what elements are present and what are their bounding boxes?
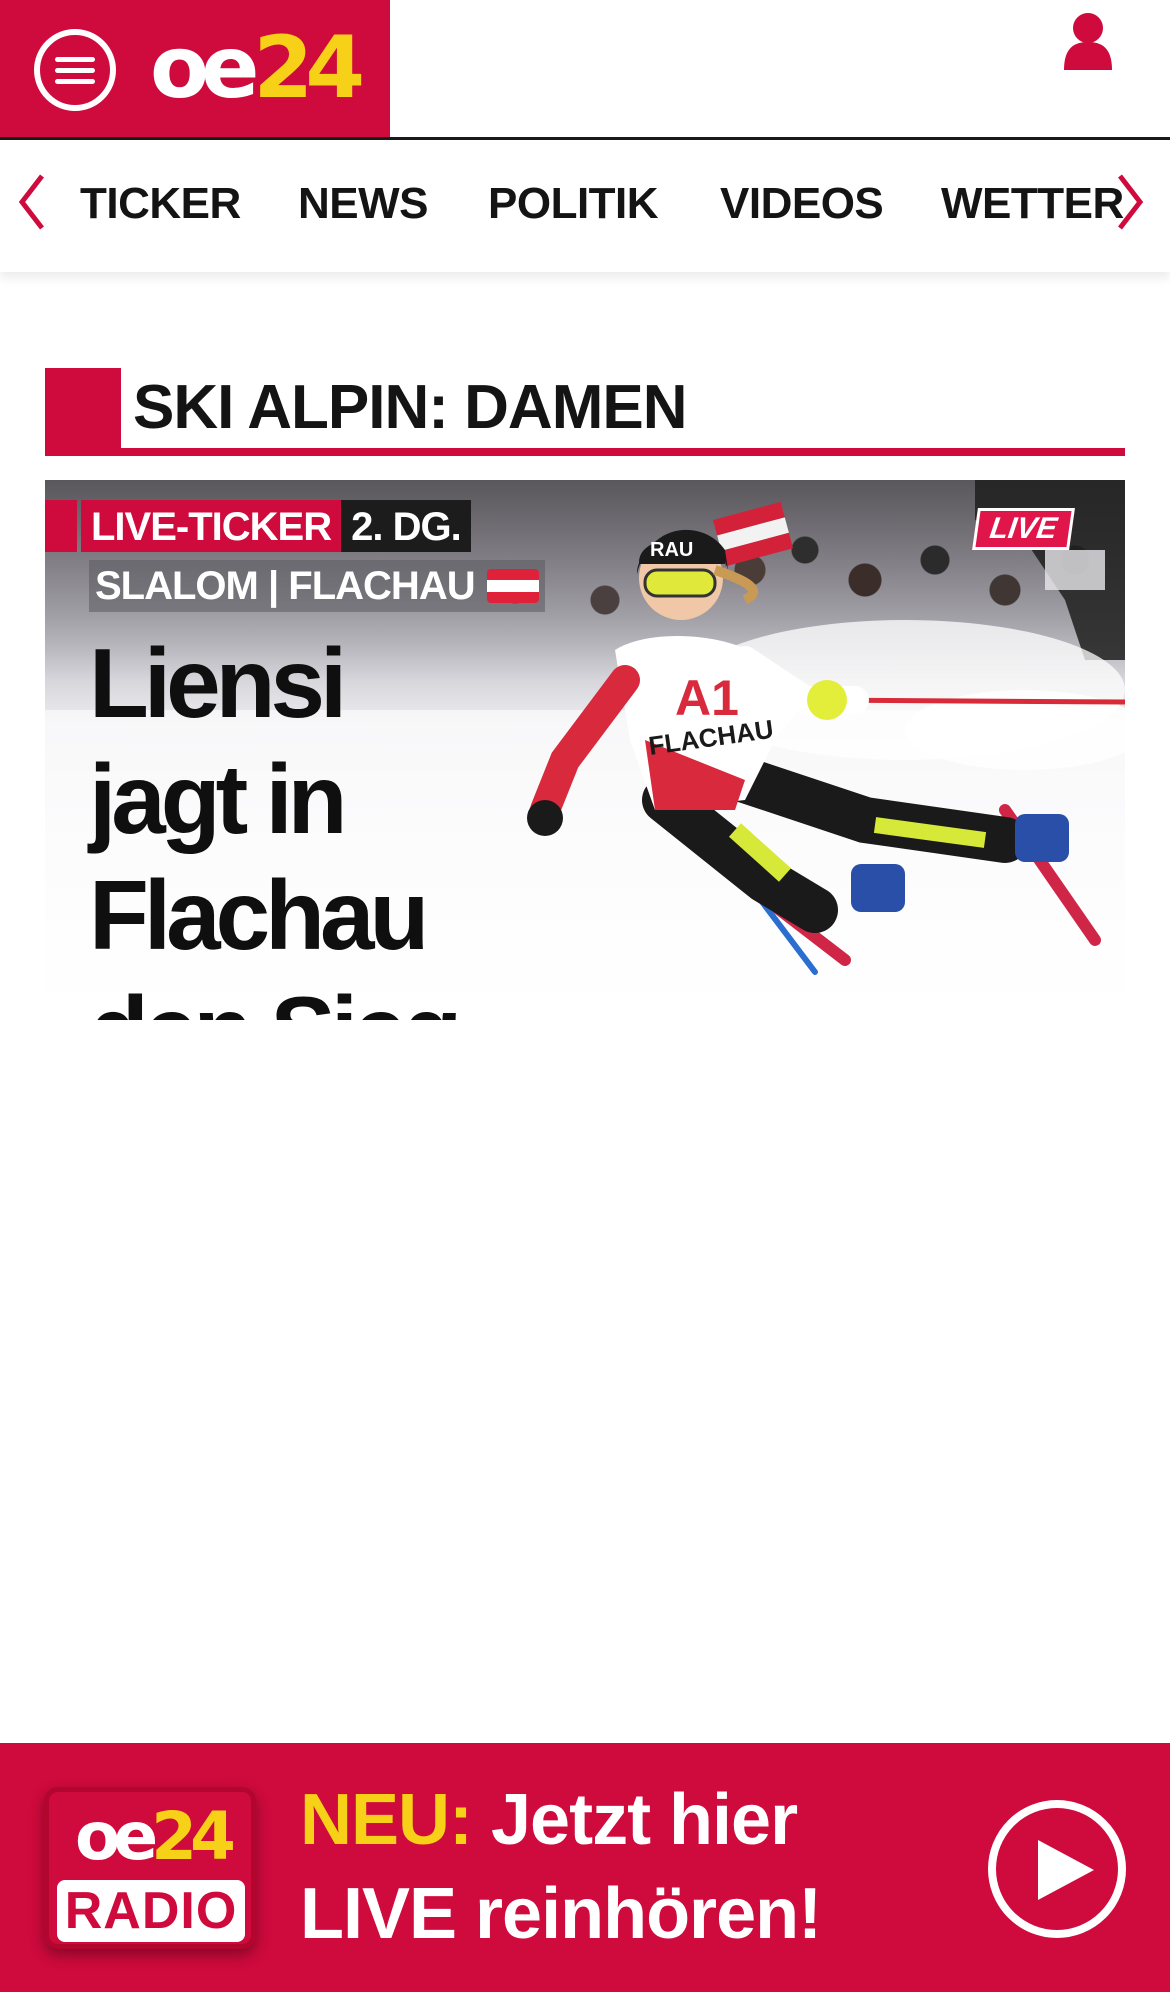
play-icon[interactable] (988, 1800, 1126, 1938)
section-heading-underline (45, 448, 1125, 456)
kicker-race: 2. DG. (341, 500, 471, 552)
oe24-logo[interactable]: oe 24 (150, 18, 365, 118)
brand-block: oe 24 (0, 0, 390, 137)
radio-logo-oe: oe (75, 1798, 158, 1875)
radio-cta-line1: Jetzt hier (491, 1780, 798, 1860)
site-header: oe 24 (0, 0, 1170, 140)
nav-item-ticker[interactable]: TICKER (80, 176, 241, 232)
austria-flag-icon (486, 569, 539, 603)
hamburger-menu-icon[interactable] (34, 29, 116, 111)
chevron-left-icon[interactable] (12, 170, 52, 234)
radio-logo-24: 24 (151, 1798, 236, 1875)
nav-item-wetter[interactable]: WETTER (941, 176, 1124, 232)
kicker-accent (45, 500, 77, 552)
section-heading-accent (45, 368, 121, 454)
bib-sponsor: A1 (675, 670, 739, 726)
radio-cta-text: NEU: Jetzt hier LIVE reinhören! (300, 1773, 860, 1961)
main-navigation: TICKER NEWS POLITIK VIDEOS WETTER (0, 140, 1170, 272)
helmet-text: RAU (650, 539, 693, 561)
radio-cta-highlight: NEU: (300, 1780, 473, 1860)
chevron-right-icon[interactable] (1110, 170, 1150, 234)
teaser-kicker: LIVE-TICKER 2. DG. (45, 500, 471, 552)
section-title[interactable]: SKI ALPIN: DAMEN (133, 368, 687, 444)
section-heading: SKI ALPIN: DAMEN (45, 368, 1125, 456)
oe24-radio-logo: oe24 RADIO (44, 1787, 256, 1949)
nav-item-politik[interactable]: POLITIK (488, 176, 659, 232)
radio-cta-line2: LIVE reinhören! (300, 1874, 822, 1954)
nav-item-videos[interactable]: VIDEOS (720, 176, 884, 232)
logo-oe: oe (150, 18, 259, 118)
teaser-headline[interactable]: Liensi jagt in Flachau den Sieg (89, 625, 509, 1020)
radio-logo-sub: RADIO (57, 1880, 245, 1942)
user-icon[interactable] (1062, 12, 1114, 72)
teaser-article[interactable]: A1 FLACHAU RAU LIVE-TICKER 2. DG. SLALOM… (45, 480, 1125, 1020)
radio-logo-top: oe24 (57, 1802, 247, 1872)
radio-banner[interactable]: oe24 RADIO NEU: Jetzt hier LIVE reinhöre… (0, 1743, 1170, 1992)
kicker-discipline-location: SLALOM | FLACHAU (95, 564, 476, 608)
live-badge: LIVE (972, 508, 1075, 550)
teaser-subkicker: SLALOM | FLACHAU (89, 560, 545, 612)
logo-24: 24 (253, 18, 365, 118)
kicker-live-ticker: LIVE-TICKER (81, 500, 342, 552)
nav-item-news[interactable]: NEWS (298, 176, 429, 232)
